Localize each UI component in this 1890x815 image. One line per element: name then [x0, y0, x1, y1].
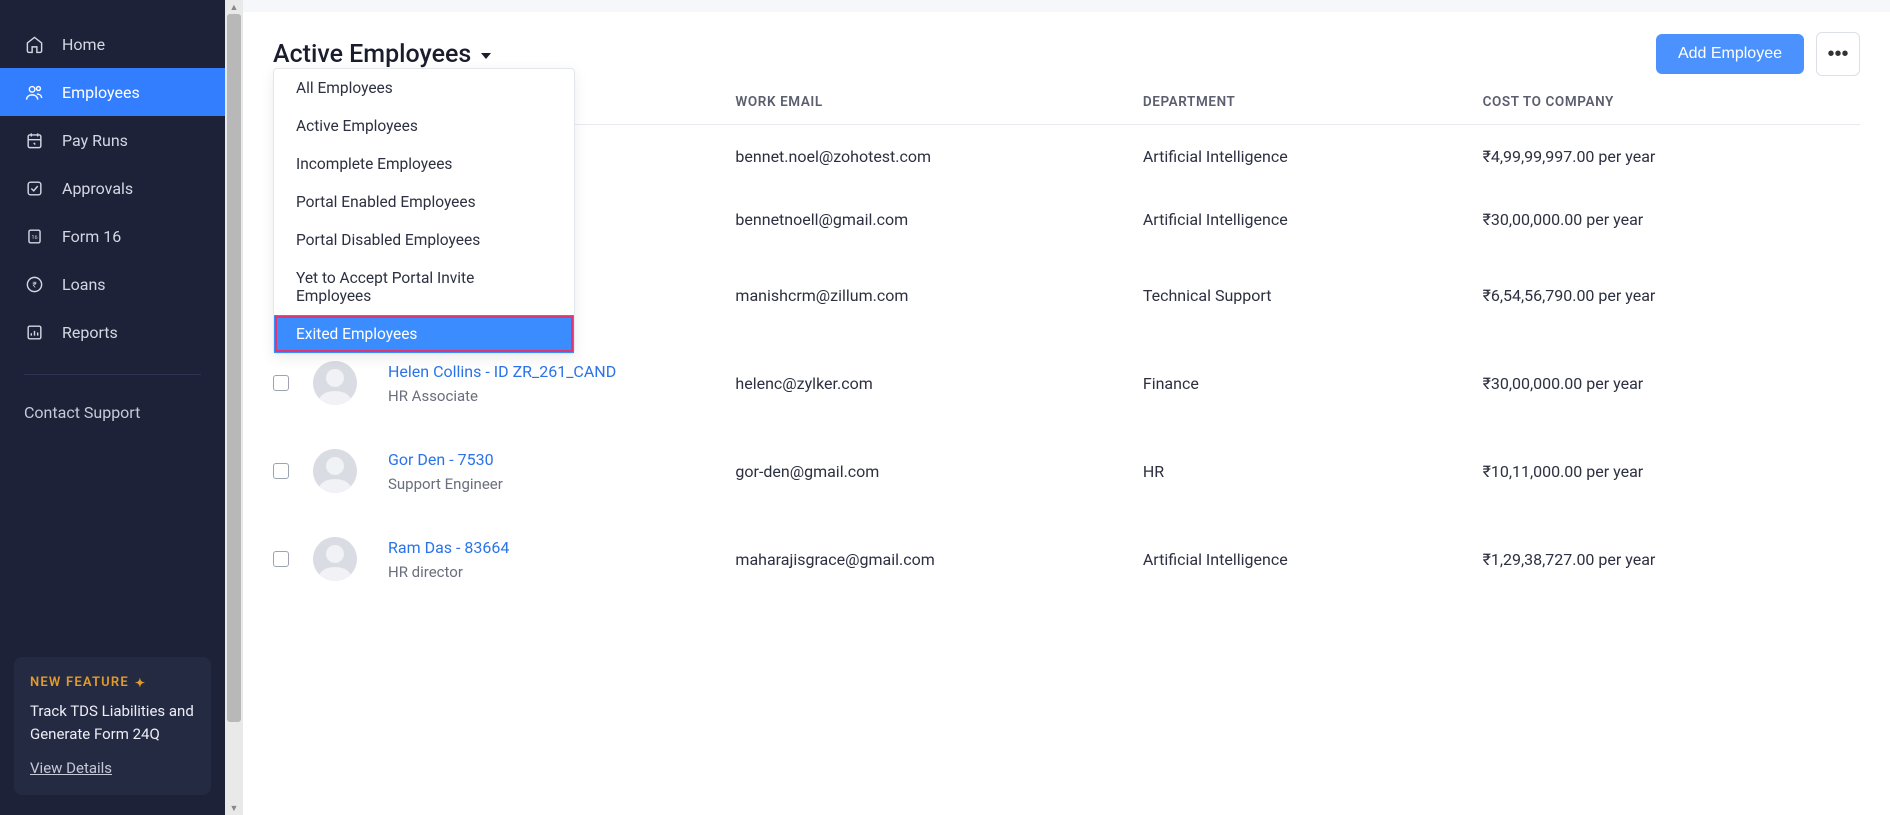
employee-role: HR director: [388, 563, 765, 581]
top-strip: [243, 0, 1890, 12]
sidebar-item-label: Home: [62, 35, 105, 54]
scroll-up-icon[interactable]: ▲: [225, 0, 243, 14]
dropdown-item-yet-to-accept[interactable]: Yet to Accept Portal Invite Employees: [274, 259, 574, 315]
view-details-link[interactable]: View Details: [30, 759, 195, 777]
sparkle-icon: ✦: [135, 676, 146, 690]
dots-horizontal-icon: •••: [1827, 43, 1848, 66]
caret-down-icon: [481, 53, 491, 59]
feature-card: NEW FEATURE ✦ Track TDS Liabilities and …: [14, 657, 211, 795]
column-header-department: DEPARTMENT: [1143, 94, 1483, 110]
employee-name-link[interactable]: Helen Collins - ID ZR_261_CAND: [388, 362, 765, 381]
sidebar-item-label: Pay Runs: [62, 131, 128, 150]
employee-name-link[interactable]: Gor Den - 7530: [388, 450, 765, 469]
cell-department: Artificial Intelligence: [1143, 550, 1483, 569]
cell-ctc: ₹10,11,000.00 per year: [1483, 462, 1860, 481]
sidebar: Home Employees Pay Runs Approvals: [0, 0, 225, 815]
pay-runs-icon: [24, 130, 44, 150]
sidebar-item-approvals[interactable]: Approvals: [0, 164, 225, 212]
sidebar-item-pay-runs[interactable]: Pay Runs: [0, 116, 225, 164]
svg-text:₹: ₹: [32, 280, 36, 289]
sidebar-scrollbar[interactable]: ▲ ▼: [225, 0, 243, 815]
cell-department: Technical Support: [1143, 286, 1483, 305]
cell-email: gor-den@gmail.com: [735, 462, 1142, 481]
scroll-thumb-track[interactable]: [225, 14, 243, 801]
column-header-ctc: COST TO COMPANY: [1483, 94, 1860, 110]
cell-email: maharajisgrace@gmail.com: [735, 550, 1142, 569]
feature-badge-text: NEW FEATURE: [30, 675, 129, 690]
page-title-dropdown-trigger[interactable]: Active Employees: [273, 40, 491, 69]
dropdown-item-portal-disabled[interactable]: Portal Disabled Employees: [274, 221, 574, 259]
cell-ctc: ₹1,29,38,727.00 per year: [1483, 550, 1860, 569]
avatar: [313, 537, 357, 581]
cell-department: Artificial Intelligence: [1143, 147, 1483, 166]
sidebar-nav: Home Employees Pay Runs Approvals: [0, 0, 225, 643]
dropdown-item-active[interactable]: Active Employees: [274, 107, 574, 145]
form-16-icon: 16: [24, 226, 44, 246]
sidebar-item-form-16[interactable]: 16 Form 16: [0, 212, 225, 260]
approvals-icon: [24, 178, 44, 198]
employee-role: HR Associate: [388, 387, 765, 405]
home-icon: [24, 34, 44, 54]
cell-ctc: ₹30,00,000.00 per year: [1483, 374, 1860, 393]
contact-support-link[interactable]: Contact Support: [0, 393, 225, 442]
cell-department: HR: [1143, 462, 1483, 481]
sidebar-item-reports[interactable]: Reports: [0, 308, 225, 356]
cell-ctc: ₹6,54,56,790.00 per year: [1483, 286, 1860, 305]
row-checkbox[interactable]: [273, 551, 289, 567]
avatar: [313, 361, 357, 405]
sidebar-item-label: Loans: [62, 275, 106, 294]
column-header-email: WORK EMAIL: [735, 94, 1142, 110]
cell-email: bennetnoell@gmail.com: [735, 210, 1142, 229]
row-checkbox[interactable]: [273, 375, 289, 391]
dropdown-item-portal-enabled[interactable]: Portal Enabled Employees: [274, 183, 574, 221]
cell-ctc: ₹4,99,99,997.00 per year: [1483, 147, 1860, 166]
sidebar-item-loans[interactable]: ₹ Loans: [0, 260, 225, 308]
scroll-thumb[interactable]: [227, 14, 241, 722]
sidebar-divider: [24, 374, 201, 375]
table-row: Gor Den - 7530 Support Engineer gor-den@…: [273, 427, 1860, 515]
page-title: Active Employees: [273, 40, 471, 69]
sidebar-item-employees[interactable]: Employees: [0, 68, 225, 116]
row-checkbox[interactable]: [273, 463, 289, 479]
sidebar-item-home[interactable]: Home: [0, 20, 225, 68]
feature-badge: NEW FEATURE ✦: [30, 675, 195, 690]
cell-email: helenc@zylker.com: [735, 374, 1142, 393]
employee-name-link[interactable]: Ram Das - 83664: [388, 538, 765, 557]
table-row: Ram Das - 83664 HR director maharajisgra…: [273, 515, 1860, 603]
header-actions: Add Employee •••: [1656, 32, 1860, 76]
main-content: Active Employees Add Employee ••• All Em…: [243, 0, 1890, 815]
cell-email: manishcrm@zillum.com: [735, 286, 1142, 305]
employee-role: Support Engineer: [388, 475, 765, 493]
cell-department: Artificial Intelligence: [1143, 210, 1483, 229]
sidebar-item-label: Form 16: [62, 227, 121, 246]
scroll-down-icon[interactable]: ▼: [225, 801, 243, 815]
dropdown-item-incomplete[interactable]: Incomplete Employees: [274, 145, 574, 183]
avatar: [313, 449, 357, 493]
sidebar-item-label: Approvals: [62, 179, 133, 198]
more-actions-button[interactable]: •••: [1816, 32, 1860, 76]
reports-icon: [24, 322, 44, 342]
feature-description: Track TDS Liabilities and Generate Form …: [30, 700, 195, 745]
cell-ctc: ₹30,00,000.00 per year: [1483, 210, 1860, 229]
employees-icon: [24, 82, 44, 102]
loans-icon: ₹: [24, 274, 44, 294]
sidebar-item-label: Reports: [62, 323, 118, 342]
dropdown-item-exited[interactable]: Exited Employees: [274, 315, 574, 353]
filter-dropdown: All Employees Active Employees Incomplet…: [273, 68, 575, 354]
cell-email: bennet.noel@zohotest.com: [735, 147, 1142, 166]
svg-text:16: 16: [31, 234, 37, 240]
cell-department: Finance: [1143, 374, 1483, 393]
sidebar-item-label: Employees: [62, 83, 140, 102]
dropdown-item-all[interactable]: All Employees: [274, 69, 574, 107]
add-employee-button[interactable]: Add Employee: [1656, 34, 1804, 74]
